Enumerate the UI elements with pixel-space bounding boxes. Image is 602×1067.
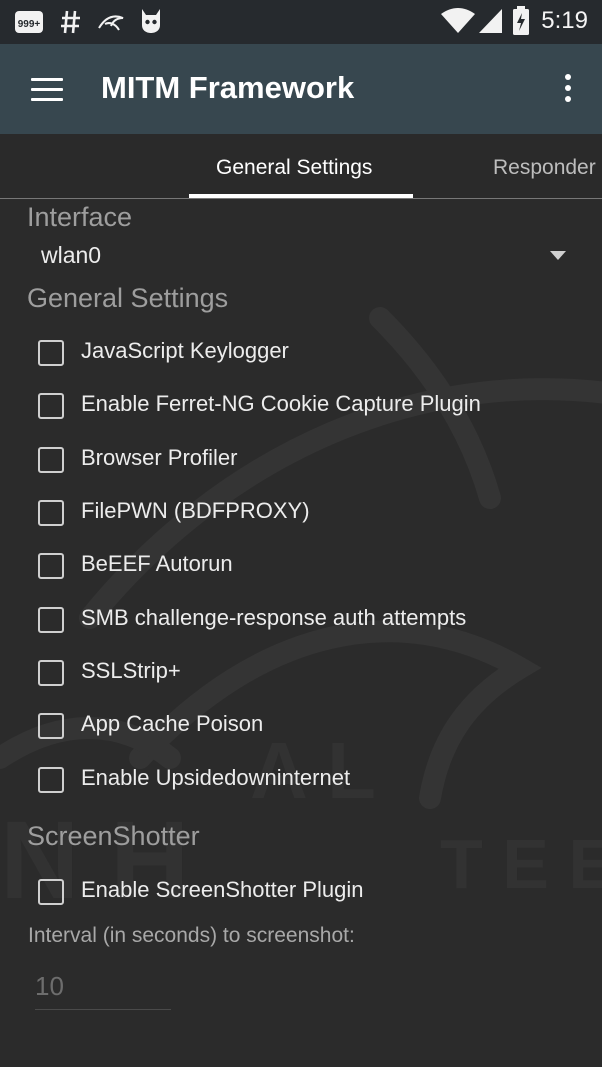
option-label: Browser Profiler	[81, 445, 238, 470]
checkbox[interactable]	[38, 340, 64, 366]
screenshotter-heading: ScreenShotter	[27, 821, 200, 851]
interface-label: Interface	[27, 202, 133, 232]
option-screenshotter[interactable]: Enable ScreenShotter Plugin	[38, 874, 578, 914]
checkbox[interactable]	[38, 767, 64, 793]
svg-text:999+: 999+	[18, 19, 41, 30]
option-label: App Cache Poison	[81, 711, 264, 736]
option-label: Enable Upsidedowninternet	[81, 765, 351, 790]
option-label: Enable Ferret-NG Cookie Capture Plugin	[81, 391, 481, 416]
general-settings-heading: General Settings	[27, 283, 229, 313]
dropdown-arrow-icon[interactable]	[550, 251, 566, 260]
interval-input[interactable]: 10	[35, 971, 171, 1010]
option-beef-autorun[interactable]: BeEEF Autorun	[38, 548, 578, 588]
signal-icon	[479, 9, 502, 33]
checkbox[interactable]	[38, 713, 64, 739]
checkbox[interactable]	[38, 660, 64, 686]
option-upsidedowninternet[interactable]: Enable Upsidedowninternet	[38, 762, 578, 802]
tab-bar: General Settings Responder	[0, 134, 602, 199]
more-vertical-icon[interactable]	[564, 74, 572, 104]
app-title: MITM Framework	[101, 70, 355, 105]
option-sslstrip[interactable]: SSLStrip+	[38, 655, 578, 695]
checkbox[interactable]	[38, 553, 64, 579]
battery-charging-icon	[513, 6, 529, 35]
hamburger-menu-icon[interactable]	[31, 78, 63, 102]
hashtag-icon	[61, 10, 80, 34]
checkbox[interactable]	[38, 393, 64, 419]
notifications-999-icon: 999+	[15, 11, 43, 33]
interval-value: 10	[35, 971, 64, 1001]
checkbox[interactable]	[38, 607, 64, 633]
option-label: SSLStrip+	[81, 658, 181, 683]
option-label: BeEEF Autorun	[81, 551, 233, 576]
wifi-icon	[441, 8, 475, 33]
option-label: Enable ScreenShotter Plugin	[81, 877, 364, 902]
settings-content[interactable]: A L N H T E E Interface wlan0 General Se…	[0, 198, 602, 1067]
option-app-cache-poison[interactable]: App Cache Poison	[38, 708, 578, 748]
interval-label: Interval (in seconds) to screenshot:	[28, 924, 355, 947]
option-ferret-ng[interactable]: Enable Ferret-NG Cookie Capture Plugin	[38, 388, 578, 428]
option-filepwn[interactable]: FilePWN (BDFPROXY)	[38, 495, 578, 535]
status-time: 5:19	[541, 7, 588, 34]
checkbox[interactable]	[38, 500, 64, 526]
app-bar: MITM Framework	[0, 44, 602, 134]
tab-responder[interactable]: Responder	[493, 156, 596, 180]
option-label: SMB challenge-response auth attempts	[81, 605, 467, 630]
option-smb-auth[interactable]: SMB challenge-response auth attempts	[38, 602, 578, 642]
interface-spinner[interactable]: wlan0	[41, 242, 101, 269]
option-label: FilePWN (BDFPROXY)	[81, 498, 310, 523]
option-label: JavaScript Keylogger	[81, 338, 289, 363]
checkbox[interactable]	[38, 447, 64, 473]
status-bar: 999+ 5:19	[0, 0, 602, 44]
option-javascript-keylogger[interactable]: JavaScript Keylogger	[38, 335, 578, 375]
option-browser-profiler[interactable]: Browser Profiler	[38, 442, 578, 482]
android-cat-icon	[142, 9, 160, 33]
checkbox[interactable]	[38, 879, 64, 905]
tab-general-settings[interactable]: General Settings	[216, 156, 372, 180]
kali-dragon-icon	[98, 15, 124, 31]
